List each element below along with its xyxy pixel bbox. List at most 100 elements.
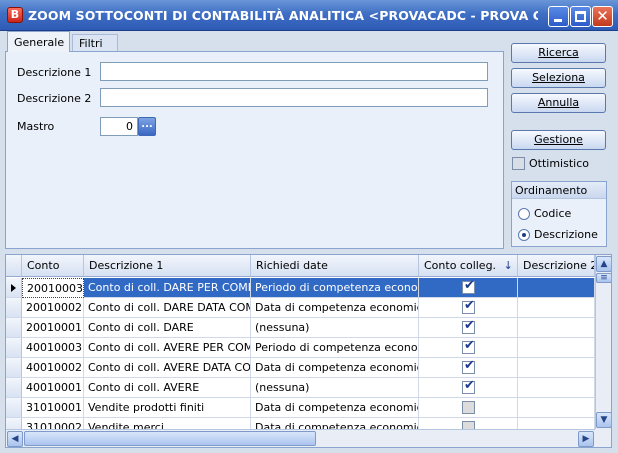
maximize-button[interactable] bbox=[570, 6, 591, 27]
cell-conto[interactable]: 20010001 bbox=[22, 318, 84, 338]
cell-conto[interactable]: 40010002 bbox=[22, 358, 84, 378]
radio-descrizione-label: Descrizione bbox=[534, 228, 598, 241]
cell-richiedi-date[interactable]: Periodo di competenza economica bbox=[251, 338, 419, 358]
results-grid: Conto Descrizione 1 Richiedi date Conto … bbox=[5, 254, 612, 448]
checkmark-icon: ✔ bbox=[464, 298, 475, 313]
cell-descrizione2[interactable] bbox=[518, 358, 595, 378]
cell-conto-colleg[interactable]: ✔ bbox=[419, 318, 518, 338]
cell-descrizione2[interactable] bbox=[518, 298, 595, 318]
conto-colleg-checkbox[interactable] bbox=[462, 401, 475, 414]
horizontal-scrollbar[interactable]: ◀ ▶ bbox=[6, 429, 595, 447]
radio-codice-label: Codice bbox=[534, 207, 572, 220]
ricerca-label: Ricerca bbox=[538, 46, 579, 59]
cell-conto-colleg[interactable] bbox=[419, 398, 518, 418]
conto-colleg-checkbox[interactable]: ✔ bbox=[462, 318, 475, 334]
row-indicator[interactable] bbox=[6, 278, 22, 298]
cell-conto-colleg[interactable]: ✔ bbox=[419, 278, 518, 298]
cell-descrizione1[interactable]: Conto di coll. AVERE bbox=[84, 378, 251, 398]
scroll-thumb-horizontal[interactable] bbox=[24, 431, 316, 446]
row-indicator[interactable] bbox=[6, 298, 22, 318]
cell-richiedi-date[interactable]: Data di competenza economica bbox=[251, 358, 419, 378]
close-button[interactable]: ✕ bbox=[592, 6, 613, 27]
scroll-right-icon[interactable]: ▶ bbox=[578, 431, 594, 447]
cell-descrizione2[interactable] bbox=[518, 318, 595, 338]
scroll-left-icon[interactable]: ◀ bbox=[7, 431, 23, 447]
cell-descrizione1[interactable]: Conto di coll. AVERE DATA COMP bbox=[84, 358, 251, 378]
cell-conto-colleg[interactable]: ✔ bbox=[419, 338, 518, 358]
annulla-label: Annulla bbox=[537, 96, 580, 109]
seleziona-button[interactable]: Seleziona bbox=[511, 68, 606, 88]
descrizione1-label: Descrizione 1 bbox=[17, 66, 92, 79]
cell-descrizione1[interactable]: Conto di coll. DARE PER COMP. bbox=[84, 278, 251, 298]
cell-richiedi-date[interactable]: Data di competenza economica bbox=[251, 298, 419, 318]
app-icon[interactable]: B bbox=[7, 7, 23, 23]
checkmark-icon: ✔ bbox=[464, 378, 475, 393]
window-title: ZOOM SOTTOCONTI DI CONTABILITÀ ANALITICA… bbox=[28, 8, 538, 23]
descrizione2-label: Descrizione 2 bbox=[17, 92, 92, 105]
checkmark-icon: ✔ bbox=[464, 338, 475, 353]
radio-descrizione[interactable] bbox=[518, 229, 530, 241]
column-header-descrizione2[interactable]: Descrizione 2 bbox=[518, 255, 595, 277]
conto-colleg-checkbox[interactable]: ✔ bbox=[462, 338, 475, 354]
ordinamento-title: Ordinamento bbox=[512, 182, 606, 199]
mastro-lookup-button[interactable]: ... bbox=[138, 117, 156, 136]
cell-conto-colleg[interactable]: ✔ bbox=[419, 298, 518, 318]
checkmark-icon: ✔ bbox=[464, 278, 475, 293]
vertical-scrollbar[interactable]: ▲ ≡ ▼ bbox=[595, 255, 611, 429]
row-indicator[interactable] bbox=[6, 378, 22, 398]
gestione-label: Gestione bbox=[534, 133, 583, 146]
descrizione2-input[interactable] bbox=[100, 88, 488, 107]
cell-conto[interactable]: 31010001 bbox=[22, 398, 84, 418]
cell-descrizione1[interactable]: Conto di coll. DARE DATA COMP. bbox=[84, 298, 251, 318]
ordinamento-group: Ordinamento Codice Descrizione bbox=[511, 181, 607, 247]
cell-richiedi-date[interactable]: Data di competenza economica bbox=[251, 398, 419, 418]
cell-descrizione1[interactable]: Vendite prodotti finiti bbox=[84, 398, 251, 418]
column-header-conto-colleg[interactable]: Conto colleg. ↓ bbox=[419, 255, 518, 277]
tab-generale[interactable]: Generale bbox=[7, 31, 70, 52]
radio-codice[interactable] bbox=[518, 208, 530, 220]
mastro-label: Mastro bbox=[17, 120, 55, 133]
cell-conto[interactable]: 20010003 bbox=[22, 278, 84, 298]
ottimistico-label: Ottimistico bbox=[529, 157, 589, 170]
cell-richiedi-date[interactable]: (nessuna) bbox=[251, 318, 419, 338]
ottimistico-checkbox[interactable] bbox=[512, 157, 525, 170]
cell-descrizione1[interactable]: Conto di coll. AVERE PER COMP. bbox=[84, 338, 251, 358]
title-bar[interactable]: B ZOOM SOTTOCONTI DI CONTABILITÀ ANALITI… bbox=[0, 0, 618, 31]
cell-conto-colleg[interactable]: ✔ bbox=[419, 378, 518, 398]
conto-colleg-checkbox[interactable]: ✔ bbox=[462, 358, 475, 374]
scroll-down-icon[interactable]: ▼ bbox=[596, 412, 611, 428]
cell-richiedi-date[interactable]: Periodo di competenza economica bbox=[251, 278, 419, 298]
cell-conto-colleg[interactable]: ✔ bbox=[419, 358, 518, 378]
mastro-input[interactable]: 0 bbox=[100, 117, 138, 136]
scroll-up-icon[interactable]: ▲ bbox=[596, 256, 611, 272]
row-indicator[interactable] bbox=[6, 338, 22, 358]
conto-colleg-checkbox[interactable]: ✔ bbox=[462, 278, 475, 294]
scroll-thumb-vertical[interactable]: ≡ bbox=[596, 273, 611, 283]
close-icon: ✕ bbox=[596, 7, 609, 25]
row-indicator[interactable] bbox=[6, 398, 22, 418]
cell-conto[interactable]: 40010003 bbox=[22, 338, 84, 358]
column-header-descrizione1[interactable]: Descrizione 1 bbox=[84, 255, 251, 277]
cell-descrizione2[interactable] bbox=[518, 398, 595, 418]
tab-filtri[interactable]: Filtri 1 bbox=[72, 34, 118, 63]
minimize-button[interactable] bbox=[548, 6, 569, 27]
ricerca-button[interactable]: Ricerca bbox=[511, 43, 606, 63]
cell-conto[interactable]: 40010001 bbox=[22, 378, 84, 398]
column-header-richiedi-date[interactable]: Richiedi date bbox=[251, 255, 419, 277]
conto-colleg-checkbox[interactable]: ✔ bbox=[462, 298, 475, 314]
conto-colleg-checkbox[interactable]: ✔ bbox=[462, 378, 475, 394]
cell-conto[interactable]: 20010002 bbox=[22, 298, 84, 318]
cell-descrizione2[interactable] bbox=[518, 338, 595, 358]
cell-descrizione1[interactable]: Conto di coll. DARE bbox=[84, 318, 251, 338]
cell-descrizione2[interactable] bbox=[518, 378, 595, 398]
cell-richiedi-date[interactable]: (nessuna) bbox=[251, 378, 419, 398]
cell-descrizione2[interactable] bbox=[518, 278, 595, 298]
minimize-icon bbox=[554, 19, 562, 22]
row-indicator[interactable] bbox=[6, 358, 22, 378]
descrizione1-input[interactable] bbox=[100, 62, 488, 81]
column-header-conto[interactable]: Conto bbox=[22, 255, 84, 277]
row-indicator[interactable] bbox=[6, 318, 22, 338]
gestione-button[interactable]: Gestione bbox=[511, 130, 606, 150]
annulla-button[interactable]: Annulla bbox=[511, 93, 606, 113]
sort-down-icon: ↓ bbox=[503, 259, 513, 272]
